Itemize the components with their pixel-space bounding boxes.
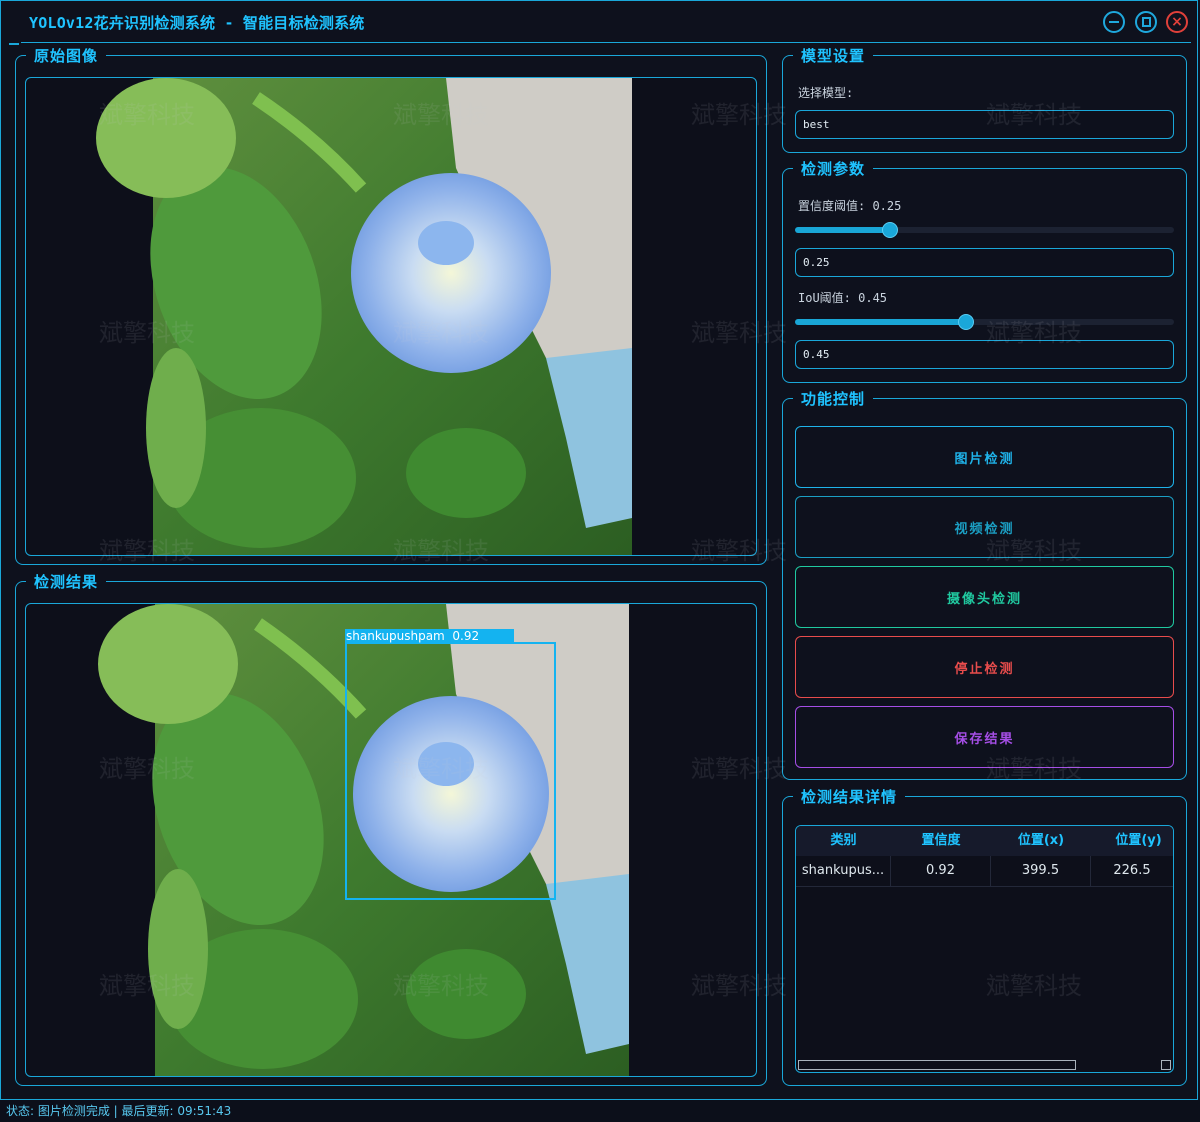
cell-position-y: 226.5 — [1113, 863, 1151, 878]
status-bar: 状态: 图片检测完成 | 最后更新: 09:51:43 — [0, 1100, 1200, 1122]
detection-result-view: shankupushpam 0.92 — [25, 603, 757, 1077]
window-title: YOLOv12花卉识别检测系统 - 智能目标检测系统 — [29, 14, 365, 32]
iou-slider-fill — [795, 319, 966, 325]
minimize-icon — [1109, 21, 1119, 23]
maximize-icon — [1141, 17, 1151, 27]
confidence-slider-handle[interactable] — [881, 222, 898, 238]
cell-confidence: 0.92 — [891, 856, 991, 886]
confidence-slider-fill — [795, 227, 890, 233]
iou-label: IoU阈值: 0.45 — [798, 291, 888, 305]
iou-slider-handle[interactable] — [957, 314, 974, 330]
original-flower-image — [96, 78, 632, 555]
table-header: 类别 置信度 位置(x) 位置(y) — [796, 826, 1173, 856]
cell-class: shankupus... — [796, 856, 891, 886]
close-icon: × — [1171, 14, 1183, 30]
minimize-button[interactable] — [1103, 11, 1125, 33]
model-settings-title: 模型设置 — [793, 46, 874, 66]
image-detect-button[interactable]: 图片检测 — [795, 426, 1174, 488]
close-button[interactable]: × — [1166, 11, 1188, 33]
header-position-y[interactable]: 位置(y) — [1091, 826, 1173, 856]
video-detect-button[interactable]: 视频检测 — [795, 496, 1174, 558]
result-table: 类别 置信度 位置(x) 位置(y) shankupus... 0.92 399… — [795, 825, 1174, 1073]
confidence-input[interactable]: 0.25 — [795, 248, 1174, 277]
title-divider-accent — [9, 43, 19, 45]
result-flower-image — [98, 604, 629, 1076]
iou-input[interactable]: 0.45 — [795, 340, 1174, 369]
scrollbar-corner — [1161, 1060, 1171, 1070]
original-image-view — [25, 77, 757, 556]
table-horizontal-scrollbar[interactable] — [796, 1058, 1173, 1072]
result-detail-title: 检测结果详情 — [793, 787, 906, 807]
detection-label: shankupushpam 0.92 — [346, 629, 480, 643]
iou-slider[interactable] — [795, 314, 1174, 330]
detection-params-title: 检测参数 — [793, 159, 874, 179]
header-confidence[interactable]: 置信度 — [891, 826, 991, 856]
cell-position-x: 399.5 — [991, 856, 1091, 886]
function-control-title: 功能控制 — [793, 389, 874, 409]
app-window: YOLOv12花卉识别检测系统 - 智能目标检测系统 × 原始图像 检测结果 s… — [0, 0, 1198, 1100]
header-class[interactable]: 类别 — [796, 826, 891, 856]
header-position-x[interactable]: 位置(x) — [991, 826, 1091, 856]
camera-detect-button[interactable]: 摄像头检测 — [795, 566, 1174, 628]
title-divider — [21, 42, 1191, 43]
confidence-slider[interactable] — [795, 222, 1174, 238]
stop-detect-button[interactable]: 停止检测 — [795, 636, 1174, 698]
title-bar: YOLOv12花卉识别检测系统 - 智能目标检测系统 × — [1, 1, 1199, 43]
model-select-label: 选择模型: — [798, 86, 854, 100]
original-image-title: 原始图像 — [26, 46, 107, 66]
model-select[interactable]: best — [795, 110, 1174, 139]
detection-result-title: 检测结果 — [26, 572, 107, 592]
maximize-button[interactable] — [1135, 11, 1157, 33]
confidence-label: 置信度阈值: 0.25 — [798, 199, 902, 213]
table-row[interactable]: shankupus... 0.92 399.5 226.5 — [796, 856, 1173, 887]
save-result-button[interactable]: 保存结果 — [795, 706, 1174, 768]
scrollbar-handle[interactable] — [798, 1060, 1076, 1070]
